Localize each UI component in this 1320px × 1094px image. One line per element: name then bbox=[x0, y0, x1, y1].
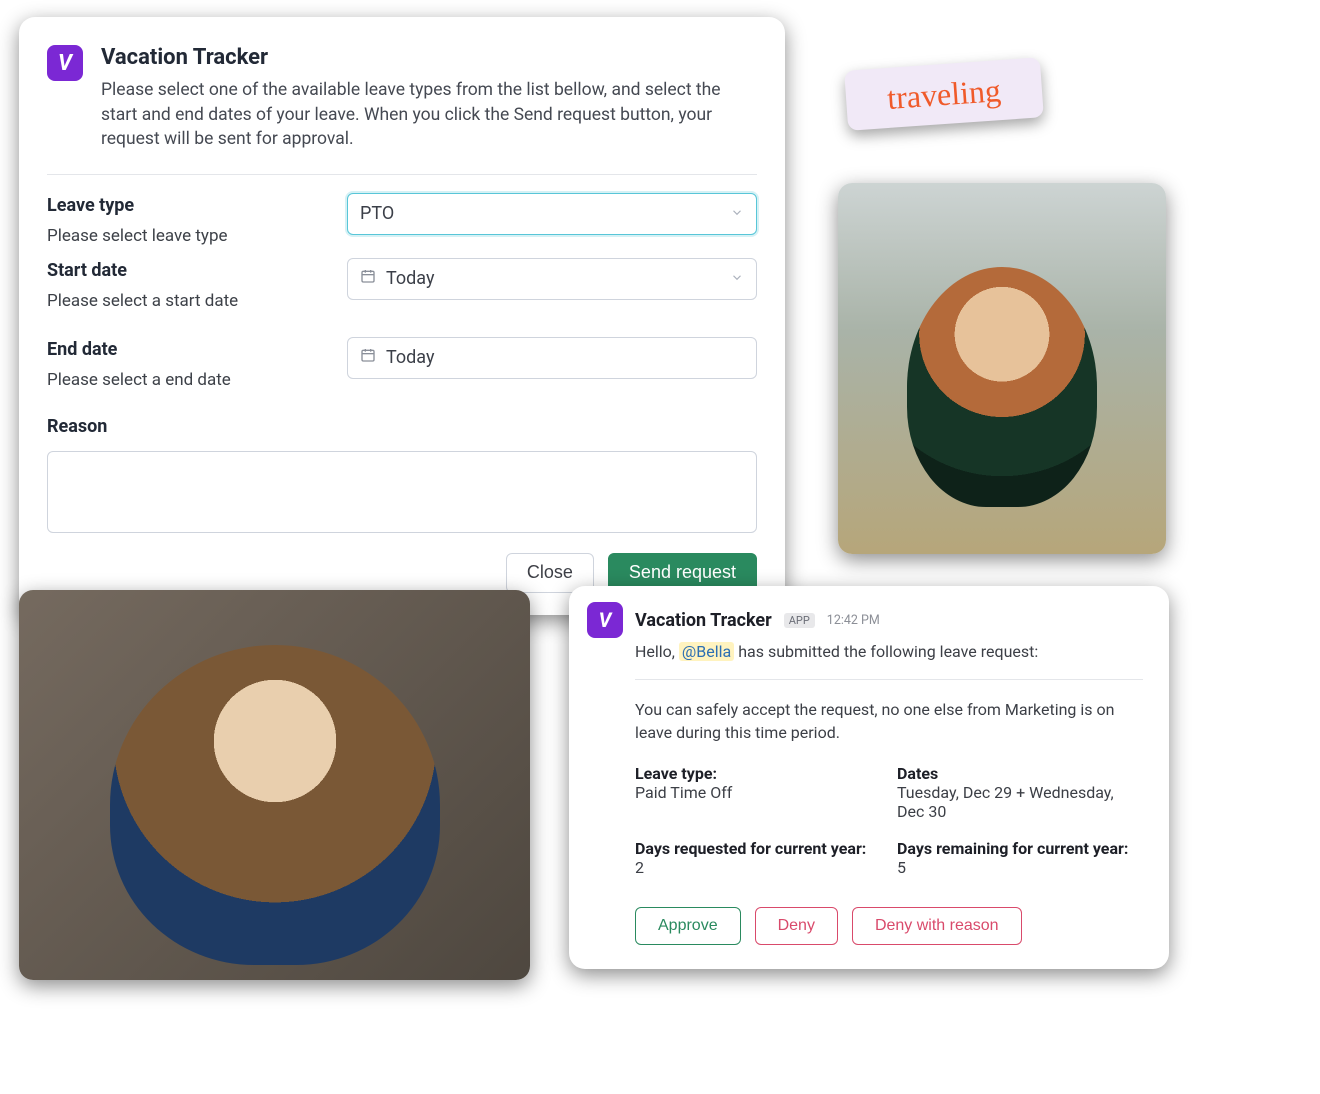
calendar-icon bbox=[360, 347, 376, 368]
leave-request-message: V Vacation Tracker APP 12:42 PM Hello, @… bbox=[569, 586, 1169, 969]
days-remaining-label: Days remaining for current year: bbox=[897, 839, 1143, 858]
deny-button[interactable]: Deny bbox=[755, 907, 838, 945]
days-remaining-value: 5 bbox=[897, 858, 1143, 877]
reason-label: Reason bbox=[47, 416, 757, 437]
intro-prefix: Hello, bbox=[635, 642, 679, 661]
form-header: V Vacation Tracker Please select one of … bbox=[47, 45, 757, 152]
leave-type-value: PTO bbox=[360, 203, 394, 224]
leave-type-hint: Please select leave type bbox=[47, 226, 347, 246]
dates-value: Tuesday, Dec 29 + Wednesday, Dec 30 bbox=[897, 783, 1143, 821]
reason-field: Reason bbox=[47, 416, 757, 537]
dates-label: Dates bbox=[897, 764, 1143, 783]
form-instructions: Please select one of the available leave… bbox=[101, 78, 757, 152]
user-photo bbox=[19, 590, 530, 980]
end-date-input[interactable]: Today bbox=[347, 337, 757, 379]
leave-type-label: Leave type: bbox=[635, 764, 881, 783]
start-date-value: Today bbox=[386, 268, 434, 289]
leave-type-field: Leave type Please select leave type PTO bbox=[47, 193, 757, 246]
calendar-icon bbox=[360, 268, 376, 289]
start-date-label: Start date bbox=[47, 260, 347, 281]
intro-suffix: has submitted the following leave reques… bbox=[734, 642, 1038, 661]
message-actions: Approve Deny Deny with reason bbox=[635, 907, 1143, 945]
divider bbox=[635, 679, 1143, 680]
end-date-label: End date bbox=[47, 339, 347, 360]
reason-textarea[interactable] bbox=[47, 451, 757, 533]
form-title: Vacation Tracker bbox=[101, 45, 757, 70]
start-date-input[interactable]: Today bbox=[347, 258, 757, 300]
traveler-photo bbox=[838, 183, 1166, 554]
start-date-hint: Please select a start date bbox=[47, 291, 347, 311]
end-date-field: End date Please select a end date Today bbox=[47, 337, 757, 390]
end-date-value: Today bbox=[386, 347, 434, 368]
end-date-hint: Please select a end date bbox=[47, 370, 347, 390]
sticky-note: traveling bbox=[844, 57, 1044, 131]
leave-type-select[interactable]: PTO bbox=[347, 193, 757, 235]
approve-button[interactable]: Approve bbox=[635, 907, 741, 945]
days-requested-value: 2 bbox=[635, 858, 881, 877]
start-date-field: Start date Please select a start date To… bbox=[47, 258, 757, 311]
chevron-down-icon bbox=[730, 268, 744, 289]
app-logo-icon: V bbox=[587, 602, 623, 638]
divider bbox=[47, 174, 757, 175]
app-badge: APP bbox=[784, 613, 815, 628]
message-details: Leave type: Paid Time Off Dates Tuesday,… bbox=[635, 764, 1143, 887]
message-header: V Vacation Tracker APP 12:42 PM bbox=[587, 602, 1143, 638]
deny-with-reason-button[interactable]: Deny with reason bbox=[852, 907, 1022, 945]
app-logo-icon: V bbox=[47, 45, 83, 81]
leave-type-value: Paid Time Off bbox=[635, 783, 881, 802]
message-time: 12:42 PM bbox=[827, 613, 880, 628]
leave-type-label: Leave type bbox=[47, 195, 347, 216]
message-app-name: Vacation Tracker bbox=[635, 610, 772, 631]
leave-request-form: V Vacation Tracker Please select one of … bbox=[19, 17, 785, 615]
message-intro: Hello, @Bella has submitted the followin… bbox=[635, 642, 1143, 661]
safe-accept-message: You can safely accept the request, no on… bbox=[635, 698, 1143, 744]
user-mention[interactable]: @Bella bbox=[679, 642, 734, 661]
chevron-down-icon bbox=[730, 203, 744, 224]
days-requested-label: Days requested for current year: bbox=[635, 839, 881, 858]
